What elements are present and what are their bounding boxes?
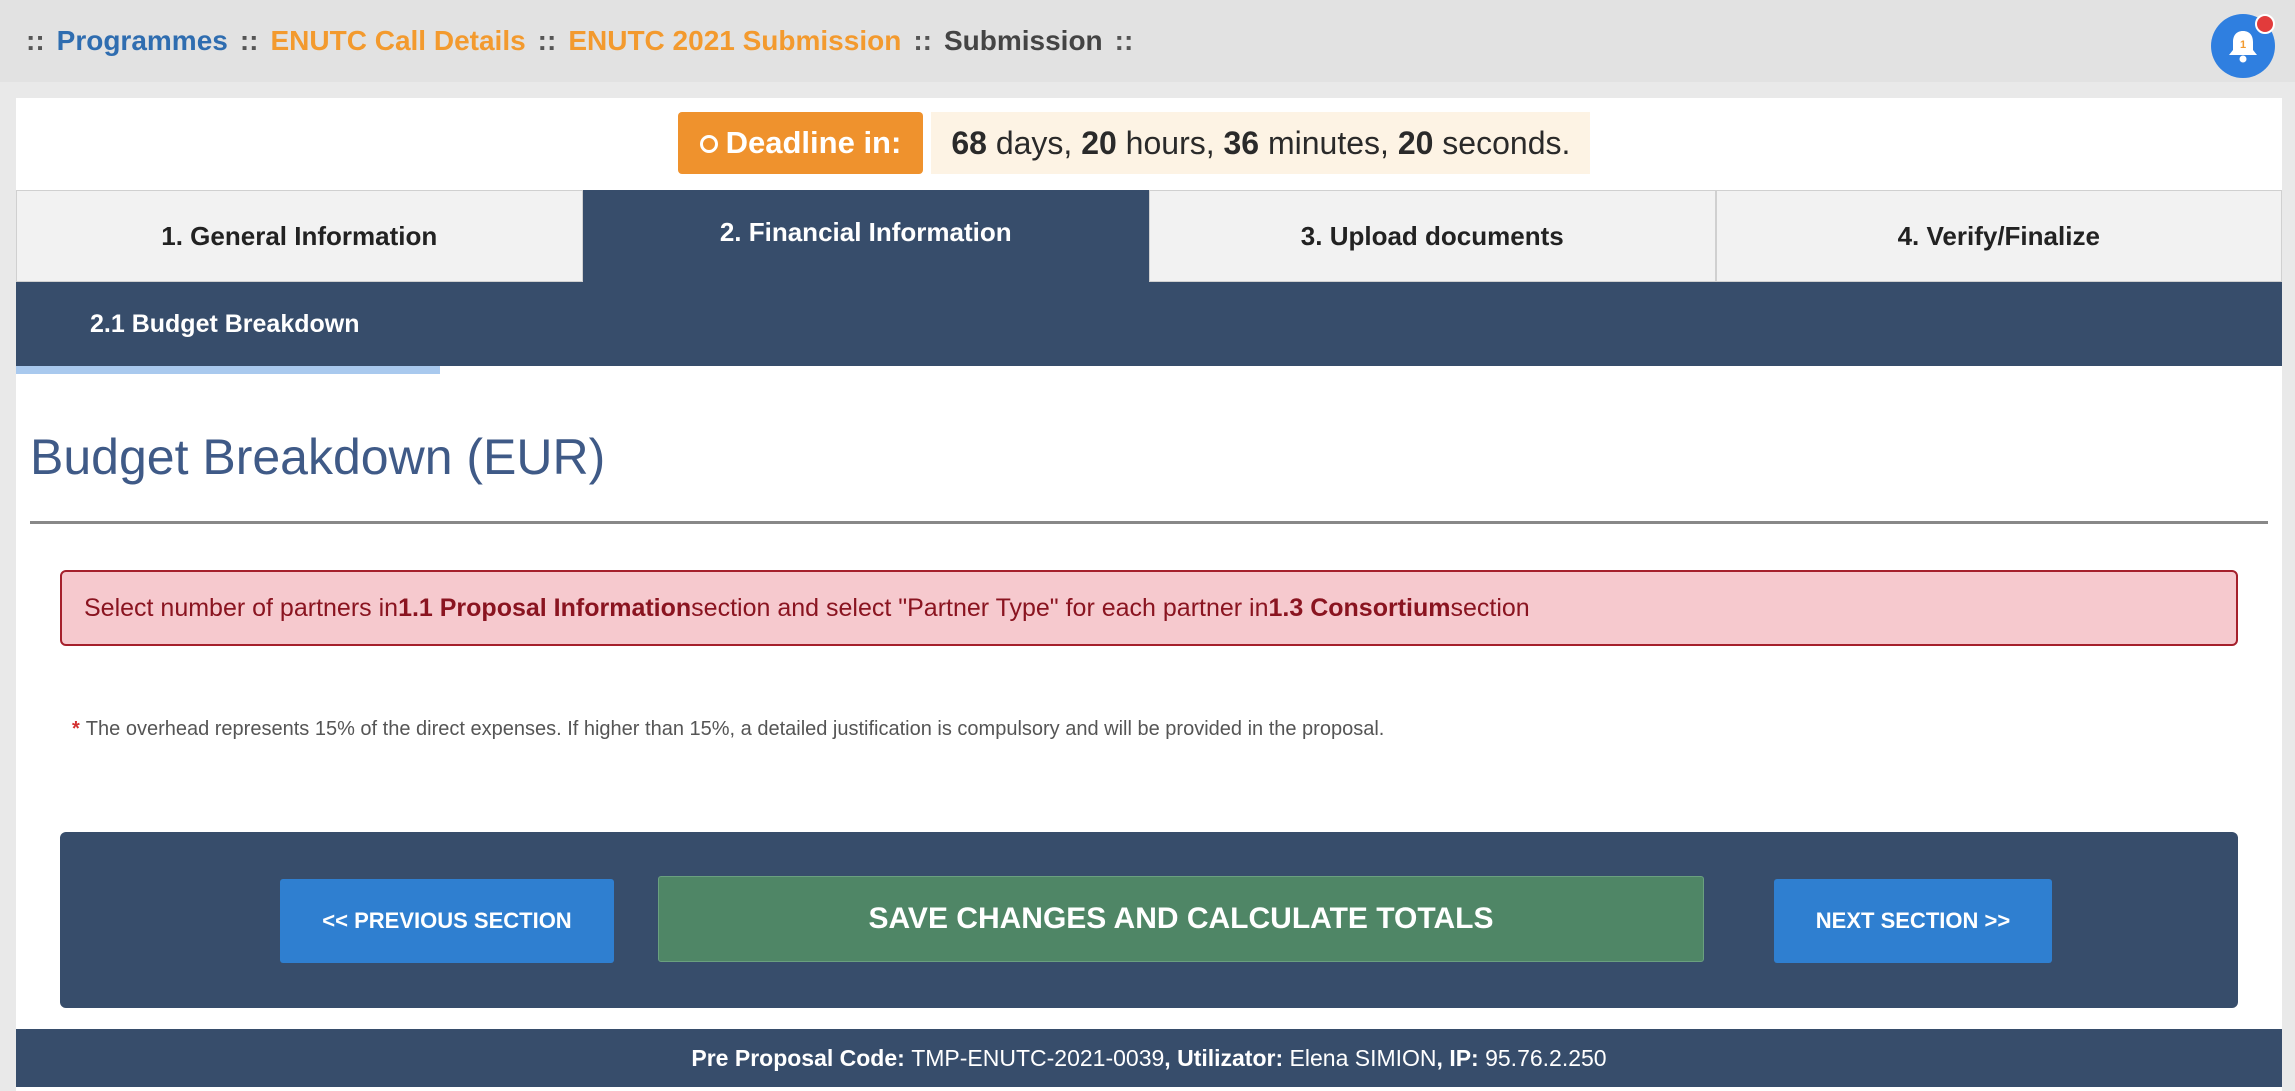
notification-button[interactable]: 1 xyxy=(2211,14,2275,78)
breadcrumb-separator: :: xyxy=(1114,25,1134,56)
footer-ip-label: IP: xyxy=(1449,1044,1479,1071)
action-bar: << PREVIOUS SECTION SAVE CHANGES AND CAL… xyxy=(60,832,2238,1008)
breadcrumb-programmes[interactable]: Programmes xyxy=(57,25,228,57)
deadline-days: 68 xyxy=(951,124,987,161)
subnav: 2.1 Budget Breakdown xyxy=(16,282,2282,366)
breadcrumb-separator: :: xyxy=(913,25,932,56)
required-star: * xyxy=(72,718,80,740)
breadcrumb-separator: :: xyxy=(239,25,259,56)
deadline-hours: 20 xyxy=(1081,124,1117,161)
previous-section-button[interactable]: << PREVIOUS SECTION xyxy=(280,879,614,963)
error-alert: Select number of partners in 1.1 Proposa… xyxy=(60,570,2238,646)
title-divider xyxy=(30,521,2268,524)
save-and-calculate-button[interactable]: SAVE CHANGES AND CALCULATE TOTALS xyxy=(658,876,1704,962)
footer-user-label: Utilizator: xyxy=(1177,1044,1284,1071)
alert-bold-consortium: 1.3 Consortium xyxy=(1268,593,1451,622)
breadcrumb-call-details[interactable]: ENUTC Call Details xyxy=(271,25,526,57)
notification-count: 1 xyxy=(2240,39,2246,51)
deadline-days-unit: days, xyxy=(995,124,1073,161)
alert-text-3: section xyxy=(1450,593,1530,622)
deadline-label: Deadline in: xyxy=(725,125,902,160)
footer-code-value: TMP-ENUTC-2021-0039 xyxy=(911,1044,1165,1071)
footer-info: Pre Proposal Code: TMP-ENUTC-2021-0039, … xyxy=(16,1029,2282,1087)
active-subtab-indicator xyxy=(16,366,440,374)
breadcrumb-current: Submission xyxy=(943,25,1103,56)
tab-general-information[interactable]: 1. General Information xyxy=(16,190,583,282)
deadline-hours-unit: hours, xyxy=(1125,124,1215,161)
section-tabs: 1. General Information 2. Financial Info… xyxy=(16,190,2282,282)
footer-user-value: Elena SIMION xyxy=(1289,1044,1437,1071)
deadline-badge: Deadline in: xyxy=(677,112,924,174)
deadline-countdown: 68 days, 20 hours, 36 minutes, 20 second… xyxy=(931,112,1591,174)
deadline-minutes-unit: minutes, xyxy=(1267,124,1389,161)
next-section-button[interactable]: NEXT SECTION >> xyxy=(1774,879,2052,963)
page-title: Budget Breakdown (EUR) xyxy=(30,429,606,485)
tab-upload-documents[interactable]: 3. Upload documents xyxy=(1149,190,1716,282)
breadcrumb-separator: :: xyxy=(537,25,557,56)
deadline-seconds-unit: seconds. xyxy=(1442,124,1571,161)
bell-icon: 1 xyxy=(2229,31,2257,63)
footer-ip-value: 95.76.2.250 xyxy=(1485,1044,1607,1071)
tab-financial-information[interactable]: 2. Financial Information xyxy=(582,190,1149,282)
footer-code-label: Pre Proposal Code: xyxy=(691,1044,905,1071)
alert-text-1: Select number of partners in xyxy=(84,593,399,622)
deadline-seconds: 20 xyxy=(1397,124,1434,161)
breadcrumb-bar: :: Programmes :: ENUTC Call Details :: E… xyxy=(0,0,2295,82)
notification-dot xyxy=(2255,14,2275,34)
deadline-row: Deadline in: 68 days, 20 hours, 36 minut… xyxy=(16,112,2282,174)
tab-verify-finalize[interactable]: 4. Verify/Finalize xyxy=(1715,190,2282,282)
overhead-note-text: The overhead represents 15% of the direc… xyxy=(85,718,1385,740)
alert-bold-proposal-info: 1.1 Proposal Information xyxy=(398,593,692,622)
main-card: Deadline in: 68 days, 20 hours, 36 minut… xyxy=(16,98,2282,1091)
breadcrumb-submission-parent[interactable]: ENUTC 2021 Submission xyxy=(568,25,901,57)
alert-text-2: section and select "Partner Type" for ea… xyxy=(691,593,1269,622)
breadcrumb-separator: :: xyxy=(26,25,45,56)
clock-icon xyxy=(699,135,718,153)
deadline-minutes: 36 xyxy=(1223,124,1260,161)
subtab-budget-breakdown[interactable]: 2.1 Budget Breakdown xyxy=(16,282,440,366)
overhead-note: * The overhead represents 15% of the dire… xyxy=(72,718,1384,741)
